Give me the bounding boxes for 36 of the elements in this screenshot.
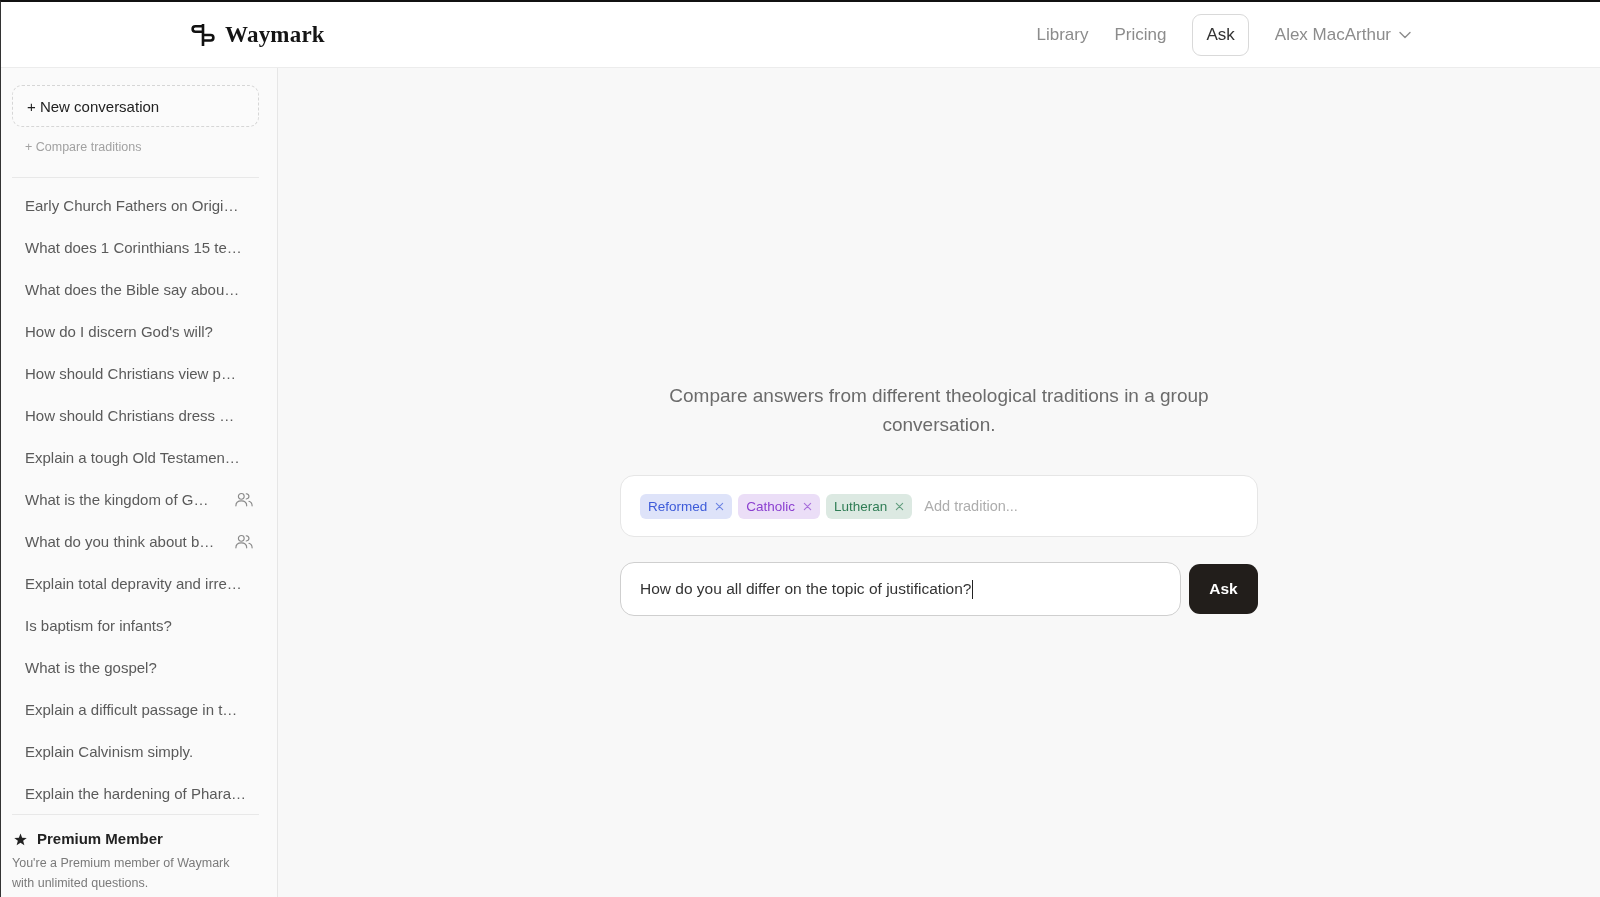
close-icon[interactable] <box>895 501 905 511</box>
conversation-item[interactable]: Explain Calvinism simply. <box>12 730 259 772</box>
tradition-tag[interactable]: Lutheran <box>826 493 913 519</box>
new-conversation-button[interactable]: + New conversation <box>12 85 259 127</box>
conversation-item[interactable]: What does 1 Corinthians 15 te… <box>12 226 259 268</box>
conversation-item[interactable]: Explain total depravity and irre… <box>12 562 259 604</box>
question-field[interactable]: How do you all differ on the topic of justification? <box>620 562 1181 616</box>
conversation-item[interactable]: What is the gospel? <box>12 646 259 688</box>
chevron-down-icon <box>1399 30 1411 39</box>
close-icon[interactable] <box>715 501 725 511</box>
premium-description: You're a Premium member of Waymark with unlimited questions. <box>12 855 231 892</box>
tradition-tag[interactable]: Catholic <box>738 493 821 519</box>
text-cursor-icon <box>972 579 974 599</box>
signpost-logo-icon <box>190 22 216 47</box>
premium-title: Premium Member <box>37 829 163 849</box>
nav-link[interactable]: Library <box>1036 24 1089 45</box>
conversation-item[interactable]: What is the kingdom of G… <box>12 478 259 520</box>
conversation-item[interactable]: What do you think about b… <box>12 520 259 562</box>
tradition-field[interactable]: Reformed Catholic Lutheran Add tradition... <box>620 475 1258 537</box>
conversation-item[interactable]: Early Church Fathers on Origi… <box>12 184 259 226</box>
conversation-item[interactable]: How should Christians dress … <box>12 394 259 436</box>
conversation-item[interactable]: What does the Bible say abou… <box>12 268 259 310</box>
conversation-item[interactable]: How do I discern God's will? <box>12 310 259 352</box>
conversation-item[interactable]: Explain the hardening of Phara… <box>12 772 259 814</box>
brand-name[interactable]: Waymark <box>225 21 325 48</box>
tradition-tag[interactable]: Reformed <box>640 493 733 519</box>
user-menu-button[interactable]: Alex MacArthur <box>1274 24 1411 45</box>
conversation-item[interactable]: Explain a tough Old Testamen… <box>12 436 259 478</box>
star-icon <box>14 832 27 846</box>
conversation-item[interactable]: How should Christians view p… <box>12 352 259 394</box>
conversation-item[interactable]: Is baptism for infants? <box>12 604 259 646</box>
nav-link[interactable]: Ask <box>1192 13 1249 56</box>
close-icon[interactable] <box>803 501 813 511</box>
conversation-item[interactable]: Explain a difficult passage in t… <box>12 688 259 730</box>
ask-button[interactable]: Ask <box>1189 564 1258 614</box>
intro-text: Compare answers from different theological traditions in a group conversation. <box>668 384 1210 437</box>
